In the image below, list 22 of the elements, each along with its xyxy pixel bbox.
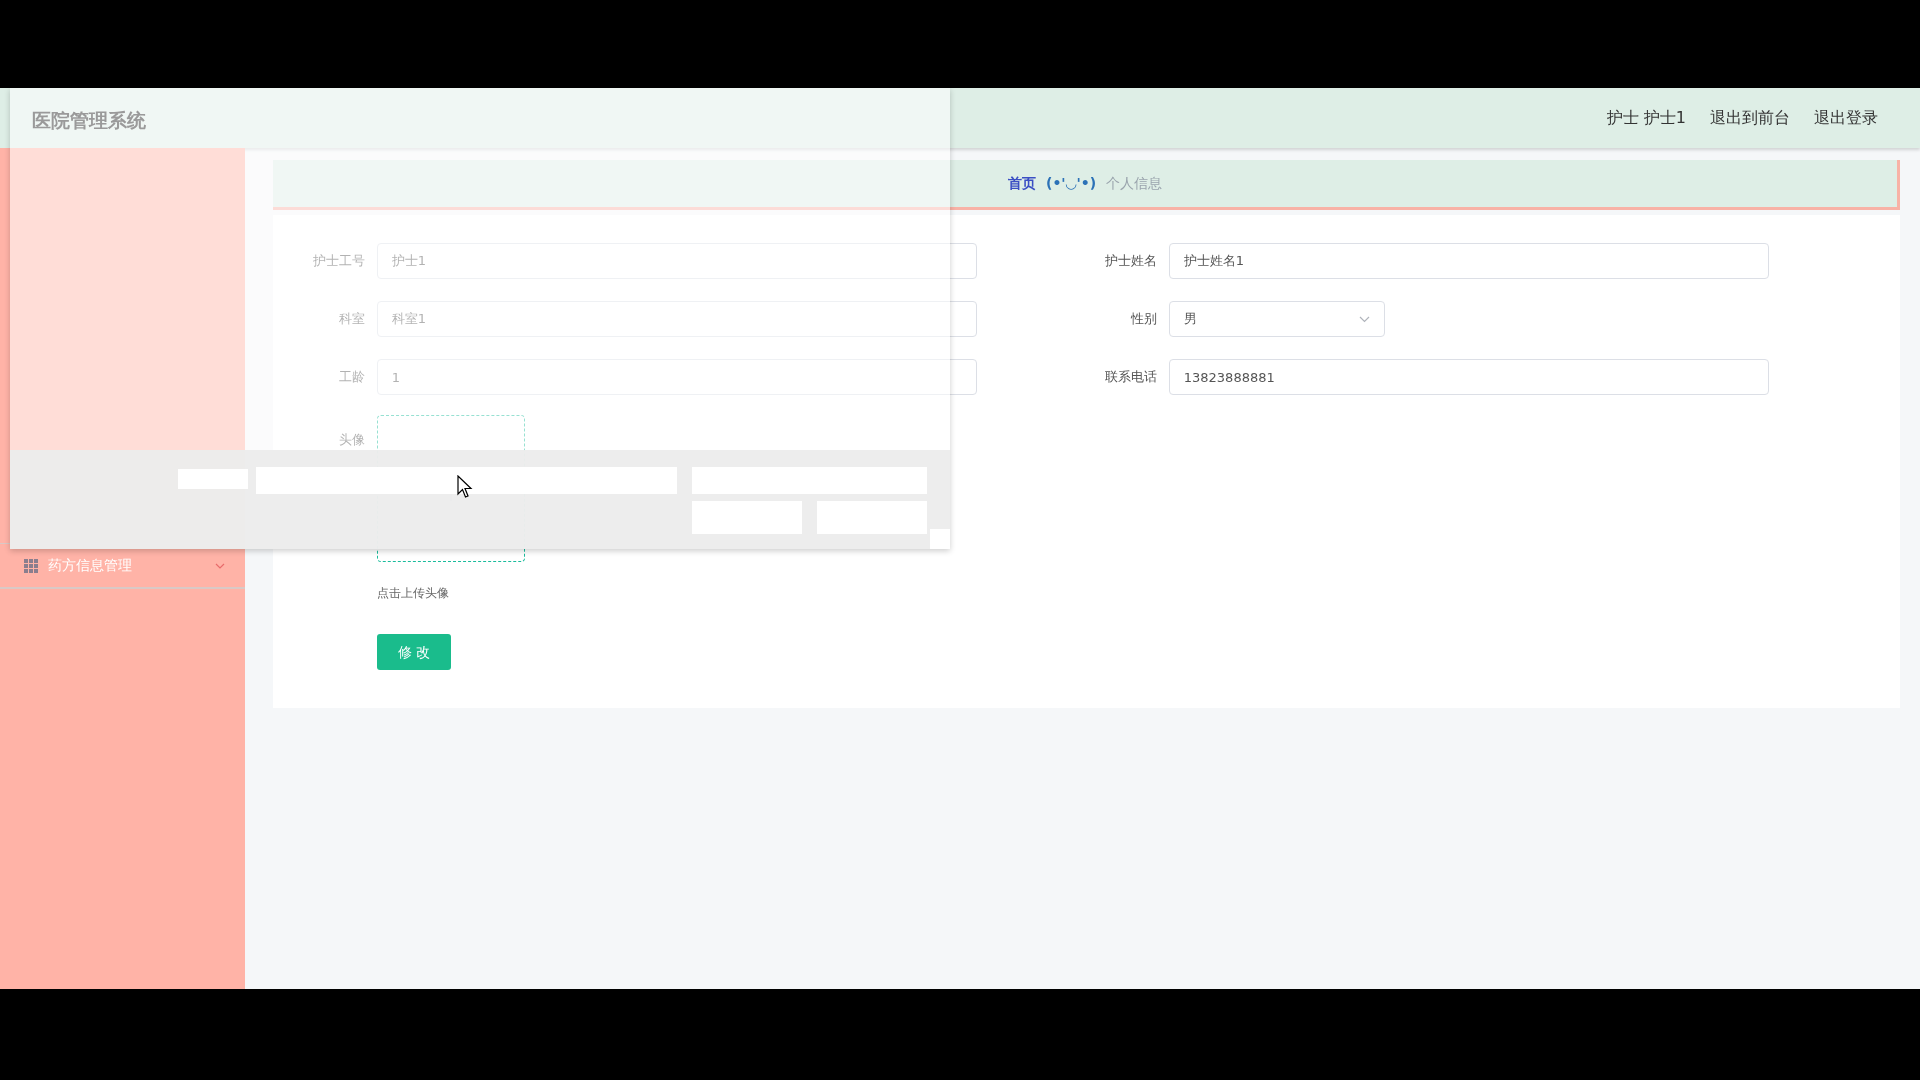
breadcrumb-current: 个人信息 bbox=[1106, 174, 1163, 193]
breadcrumb-home[interactable]: 首页 bbox=[1008, 173, 1036, 194]
upload-hint: 点击上传头像 bbox=[377, 585, 449, 602]
field-label: 工龄 bbox=[337, 368, 365, 387]
field-label: 护士工号 bbox=[311, 252, 365, 271]
input-field[interactable]: 13823888881 bbox=[1168, 359, 1769, 395]
field-label: 联系电话 bbox=[1103, 368, 1157, 387]
field-label: 科室 bbox=[337, 310, 365, 329]
header-link[interactable]: 护士 护士1 bbox=[1606, 106, 1686, 130]
select-field[interactable]: 男 bbox=[1169, 301, 1385, 337]
grid-icon bbox=[24, 558, 38, 573]
field-label: 性别 bbox=[1130, 310, 1157, 329]
field-label: 护士姓名 bbox=[1103, 252, 1157, 271]
breadcrumb-separator: (•'◡'•) bbox=[1046, 174, 1097, 193]
field-label: 头像 bbox=[338, 431, 365, 449]
app-title: 医院管理系统 bbox=[32, 108, 146, 133]
chevron-icon bbox=[1359, 315, 1370, 323]
header-link[interactable]: 退出到前台 bbox=[1710, 106, 1790, 130]
input-field[interactable]: 护士姓名1 bbox=[1168, 243, 1769, 279]
placeholder-bar bbox=[930, 529, 950, 549]
cursor-icon bbox=[457, 475, 473, 499]
header-link[interactable]: 退出登录 bbox=[1814, 106, 1878, 130]
